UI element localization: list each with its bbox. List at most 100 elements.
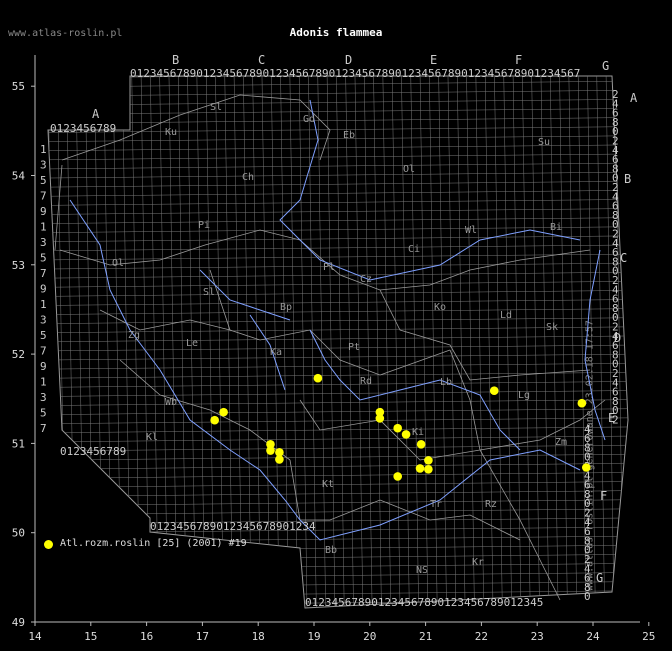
- occurrence-point: [375, 414, 385, 423]
- x-tick-label: 25: [642, 630, 655, 643]
- grid-digits-a: 0123456789: [50, 122, 116, 135]
- y-tick-label: 51: [12, 437, 25, 450]
- right-digit: 0: [584, 590, 591, 603]
- region-label: Ki: [412, 427, 424, 438]
- left-digit: 1: [40, 298, 47, 311]
- distribution-map: 14 15 16 17 18 19 20 21 22 23 24 2549505152535455 A…: [12, 53, 656, 643]
- region-label: Ku: [165, 127, 177, 138]
- occurrence-point: [393, 423, 403, 433]
- region-label: Sl: [203, 287, 215, 298]
- region-label: Bb: [325, 545, 337, 556]
- column-letter: D: [345, 53, 352, 67]
- y-tick-label: 55: [12, 80, 25, 93]
- left-digit: 1: [40, 143, 47, 156]
- region-label: Lg: [518, 390, 530, 401]
- region-label: Pt: [348, 342, 360, 353]
- region-label: Ol: [403, 164, 415, 175]
- left-digit: 7: [40, 267, 47, 280]
- left-digit: 1: [40, 221, 47, 234]
- region-labels: AB C D E F G012345678901234567890123456789012…: [40, 53, 638, 609]
- left-digit: 3: [40, 159, 47, 172]
- left-digit: 5: [40, 174, 47, 187]
- occurrence-point: [415, 464, 425, 473]
- region-label: Sl: [210, 102, 222, 113]
- occurrence-point: [582, 463, 591, 472]
- left-digit: 5: [40, 252, 47, 265]
- left-digit: 3: [40, 391, 47, 404]
- column-letter: C: [258, 53, 265, 67]
- region-label: Kl: [146, 432, 158, 443]
- y-tick-label: 50: [12, 527, 25, 540]
- occurrence-point: [401, 430, 411, 439]
- row-letter: E: [608, 411, 615, 425]
- x-tick-label: 16: [140, 630, 153, 643]
- region-label: Kr: [472, 557, 484, 568]
- legend: Atl.rozm.roslin [25] (2001) #19: [44, 538, 247, 549]
- occurrence-point: [210, 415, 219, 425]
- region-label: NS: [416, 565, 428, 576]
- x-tick-label: 21: [419, 630, 432, 643]
- y-tick-label: 49: [12, 616, 25, 629]
- legend-label: Atl.rozm.roslin [25] (2001) #19: [60, 538, 247, 549]
- grid-digits-bottom-a: 0123456789: [60, 445, 126, 458]
- x-tick-label: 18: [252, 630, 265, 643]
- x-tick-label: 20: [363, 630, 376, 643]
- region-label: Sk: [546, 322, 558, 333]
- column-letter: E: [430, 53, 437, 67]
- x-tick-label: 17: [196, 630, 209, 643]
- legend-marker-icon: [44, 540, 53, 549]
- x-tick-label: 15: [84, 630, 97, 643]
- y-tick-label: 52: [12, 348, 25, 361]
- region-border: [379, 289, 591, 381]
- region-label: Ka: [270, 347, 282, 358]
- grid-digits-top: 0123456789012345678901234567890123456789…: [130, 67, 580, 80]
- region-label: Ci: [408, 244, 420, 255]
- region-label: Ol: [112, 258, 124, 269]
- grid-digits-bottom-b: 0123456789012345678901234: [150, 520, 316, 533]
- region-label: Wb: [165, 397, 177, 408]
- region-label: Ld: [500, 310, 512, 321]
- column-letter: G: [602, 59, 609, 73]
- grid-outline: [47, 75, 629, 609]
- row-letter: D: [614, 331, 621, 345]
- occurrence-point: [489, 386, 499, 396]
- x-tick-label: 19: [307, 630, 320, 643]
- region-label: Lb: [440, 377, 452, 388]
- x-tick-label: 23: [531, 630, 544, 643]
- column-letter: B: [172, 53, 179, 67]
- occurrence-point: [416, 439, 426, 449]
- region-label: Zg: [128, 330, 140, 341]
- region-label: Gd: [303, 114, 315, 125]
- column-letter: A: [92, 107, 100, 121]
- region-label: Ko: [434, 302, 446, 313]
- x-tick-label: 22: [475, 630, 488, 643]
- left-digit: 5: [40, 407, 47, 420]
- region-label: Bi: [550, 222, 562, 233]
- region-label: Le: [186, 338, 198, 349]
- left-digit: 7: [40, 345, 47, 358]
- left-digit: 7: [40, 190, 47, 203]
- occurrence-point: [275, 455, 284, 464]
- region-label: Pi: [198, 220, 210, 231]
- region-border: [449, 349, 561, 601]
- left-digit: 3: [40, 314, 47, 327]
- region-label: Bp: [280, 302, 292, 313]
- region-label: Tr: [430, 499, 442, 510]
- occurrence-point: [313, 373, 323, 383]
- left-digit: 7: [40, 422, 47, 435]
- left-digit: 1: [40, 376, 47, 389]
- row-letter: C: [620, 251, 627, 265]
- grid-digits-bottom-c: 012345678901234567890123456789012345: [305, 596, 543, 609]
- row-letter: F: [600, 489, 607, 503]
- x-tick-label: 14: [28, 630, 42, 643]
- region-label: Kt: [322, 479, 334, 490]
- region-label: Rz: [485, 499, 497, 510]
- region-label: Ch: [242, 172, 254, 183]
- left-digit: 9: [40, 205, 47, 218]
- region-label: Rd: [360, 376, 372, 387]
- region-label: Su: [538, 137, 550, 148]
- region-label: Pl: [323, 262, 335, 273]
- left-digit: 9: [40, 283, 47, 296]
- region-label: Cz: [360, 274, 372, 285]
- occurrence-point: [393, 472, 403, 481]
